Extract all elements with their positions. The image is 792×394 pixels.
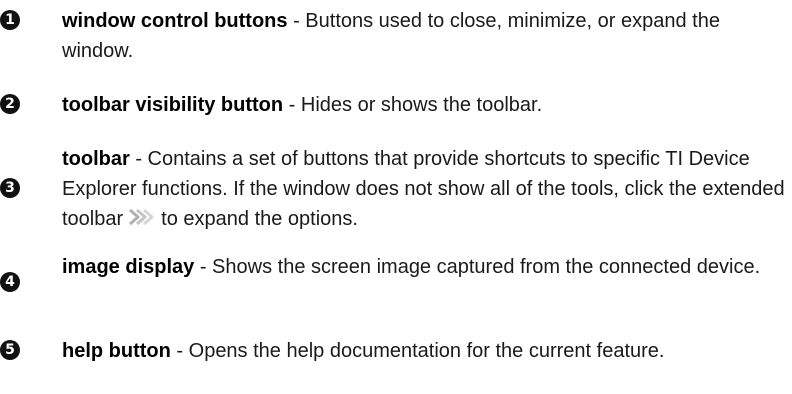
description-image-display: - Shows the screen image captured from t… <box>194 256 761 278</box>
callout-number-4-badge: 4 <box>0 272 20 292</box>
term-toolbar-visibility-button: toolbar visibility button <box>62 94 284 116</box>
callout-number-3-badge: 3 <box>0 178 20 198</box>
callout-text-3: toolbar - Contains a set of buttons that… <box>62 144 790 234</box>
description-toolbar-part-2: to expand the options. <box>161 208 358 230</box>
term-help-button: help button <box>62 340 171 362</box>
extended-toolbar-chevron-icon <box>129 208 154 226</box>
callout-text-1: window control buttons - Buttons used to… <box>62 6 790 66</box>
callout-text-5: help button - Opens the help documentati… <box>62 336 790 366</box>
callout-number-5-badge: 5 <box>0 340 20 360</box>
term-image-display: image display <box>62 256 195 278</box>
term-toolbar: toolbar <box>62 148 130 170</box>
callout-number-1-badge: 1 <box>0 10 20 30</box>
description-toolbar-visibility-button: - Hides or shows the toolbar. <box>283 94 543 116</box>
callout-text-4: image display - Shows the screen image c… <box>62 252 790 282</box>
callout-text-2: toolbar visibility button - Hides or sho… <box>62 90 790 120</box>
description-help-button: - Opens the help documentation for the c… <box>170 340 665 362</box>
callout-number-2-badge: 2 <box>0 94 20 114</box>
term-window-control-buttons: window control buttons <box>62 10 288 32</box>
